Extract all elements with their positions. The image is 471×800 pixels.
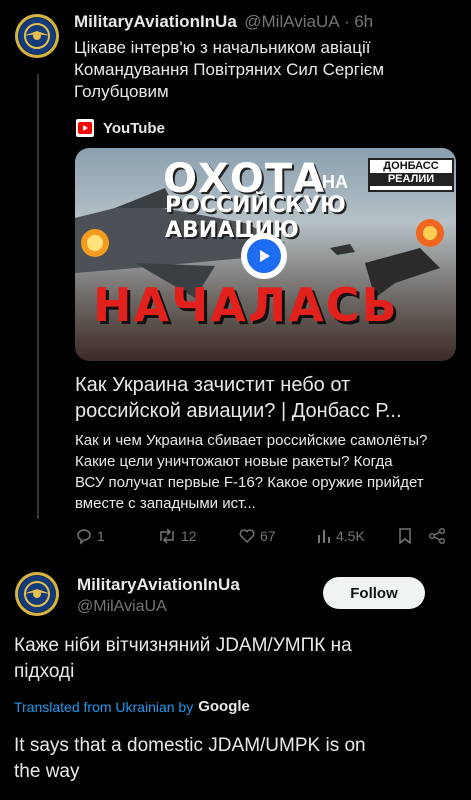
translation-attribution[interactable]: Translated from Ukrainian by Google [14,698,250,715]
card-title-line: российской авиации? | Донбасс Р... [75,400,402,422]
thumbnail-red-title: НАЧАЛАСЬ [93,278,399,332]
translation-text: It says that a domestic JDAM/UMPK is on … [14,733,459,785]
author-name[interactable]: MilitaryAviationInUa [74,12,237,31]
post-text-line: Голубцовим [74,82,169,101]
views-icon [318,530,330,543]
reply-button[interactable]: 1 [75,527,105,545]
post-time[interactable]: 6h [354,12,373,31]
aviation-emblem-icon [19,18,55,54]
repost-icon [160,528,174,544]
post-text-line: Каже ніби вітчизняний JDAM/УМПК на [14,635,352,656]
translated-from-label: Translated from Ukrainian by [14,698,194,715]
repost-button[interactable]: 12 [157,527,197,545]
author-handle[interactable]: @MilAviaUA [244,12,339,31]
post-text: Каже ніби вітчизняний JDAM/УМПК на підхо… [14,633,459,685]
views-count: 4.5K [336,528,365,544]
author-avatar[interactable] [15,572,59,616]
views-button[interactable]: 4.5K [316,527,365,545]
post-text-line: Командування Повітряних Сил Сергієм [74,60,385,79]
link-source[interactable]: YouTube [75,118,165,138]
card-desc-line: вместе с западными ист... [75,495,256,512]
separator: · [344,12,350,31]
video-thumbnail[interactable]: ОХОТА НА ДОНБАСС РЕАЛИИ РОССИЙСКУЮ АВИАЦ… [75,148,456,361]
thumbnail-subtitle: РОССИЙСКУЮ АВИАЦИЮ [165,193,346,243]
author-info: MilitaryAviationInUa @MilAviaUA [77,575,240,616]
thread-line [37,74,39,519]
repost-count: 12 [181,528,197,544]
card-title-line: Как Украина зачистит небо от [75,374,351,396]
heart-icon [239,529,255,544]
post-text: Цікаве інтерв'ю з начальником авіації Ко… [74,37,464,103]
author-name[interactable]: MilitaryAviationInUa [77,575,240,595]
badge-bottom: РЕАЛИИ [370,173,452,186]
source-label: YouTube [103,119,165,137]
post-text-line: підході [14,661,75,682]
card-desc-line: ВСУ получат первые F-16? Какое оружие пр… [75,474,424,491]
thumbnail-title-na: НА [322,172,348,192]
play-button[interactable] [241,233,287,279]
aviation-emblem-icon [19,576,55,612]
card-title[interactable]: Как Украина зачистит небо от российской … [75,372,460,424]
reply-count: 1 [97,528,105,544]
translation-line: It says that a domestic JDAM/UMPK is on [14,735,366,756]
author-handle[interactable]: @MilAviaUA [77,598,240,616]
share-button[interactable] [428,527,446,550]
bookmark-icon [399,528,411,545]
translation-line: the way [14,761,80,782]
follow-button[interactable]: Follow [323,577,425,609]
like-button[interactable]: 67 [238,527,276,545]
post-text-line: Цікаве інтерв'ю з начальником авіації [74,38,371,57]
card-desc-line: Какие цели уничтожают новые ракеты? Когд… [75,453,393,470]
reply-icon [77,529,91,545]
play-icon [260,250,270,262]
post-header: MilitaryAviationInUa @MilAviaUA · 6h [74,12,373,32]
bookmark-button[interactable] [397,527,413,550]
share-icon [429,528,445,544]
google-logo: Google [198,698,250,715]
card-desc-line: Как и чем Украина сбивает российские сам… [75,432,428,449]
card-description: Как и чем Украина сбивает российские сам… [75,430,465,514]
badge-top: ДОНБАСС [383,160,439,172]
like-count: 67 [260,528,276,544]
youtube-icon [76,119,94,137]
author-avatar[interactable] [15,14,59,58]
channel-badge: ДОНБАСС РЕАЛИИ [368,158,454,192]
